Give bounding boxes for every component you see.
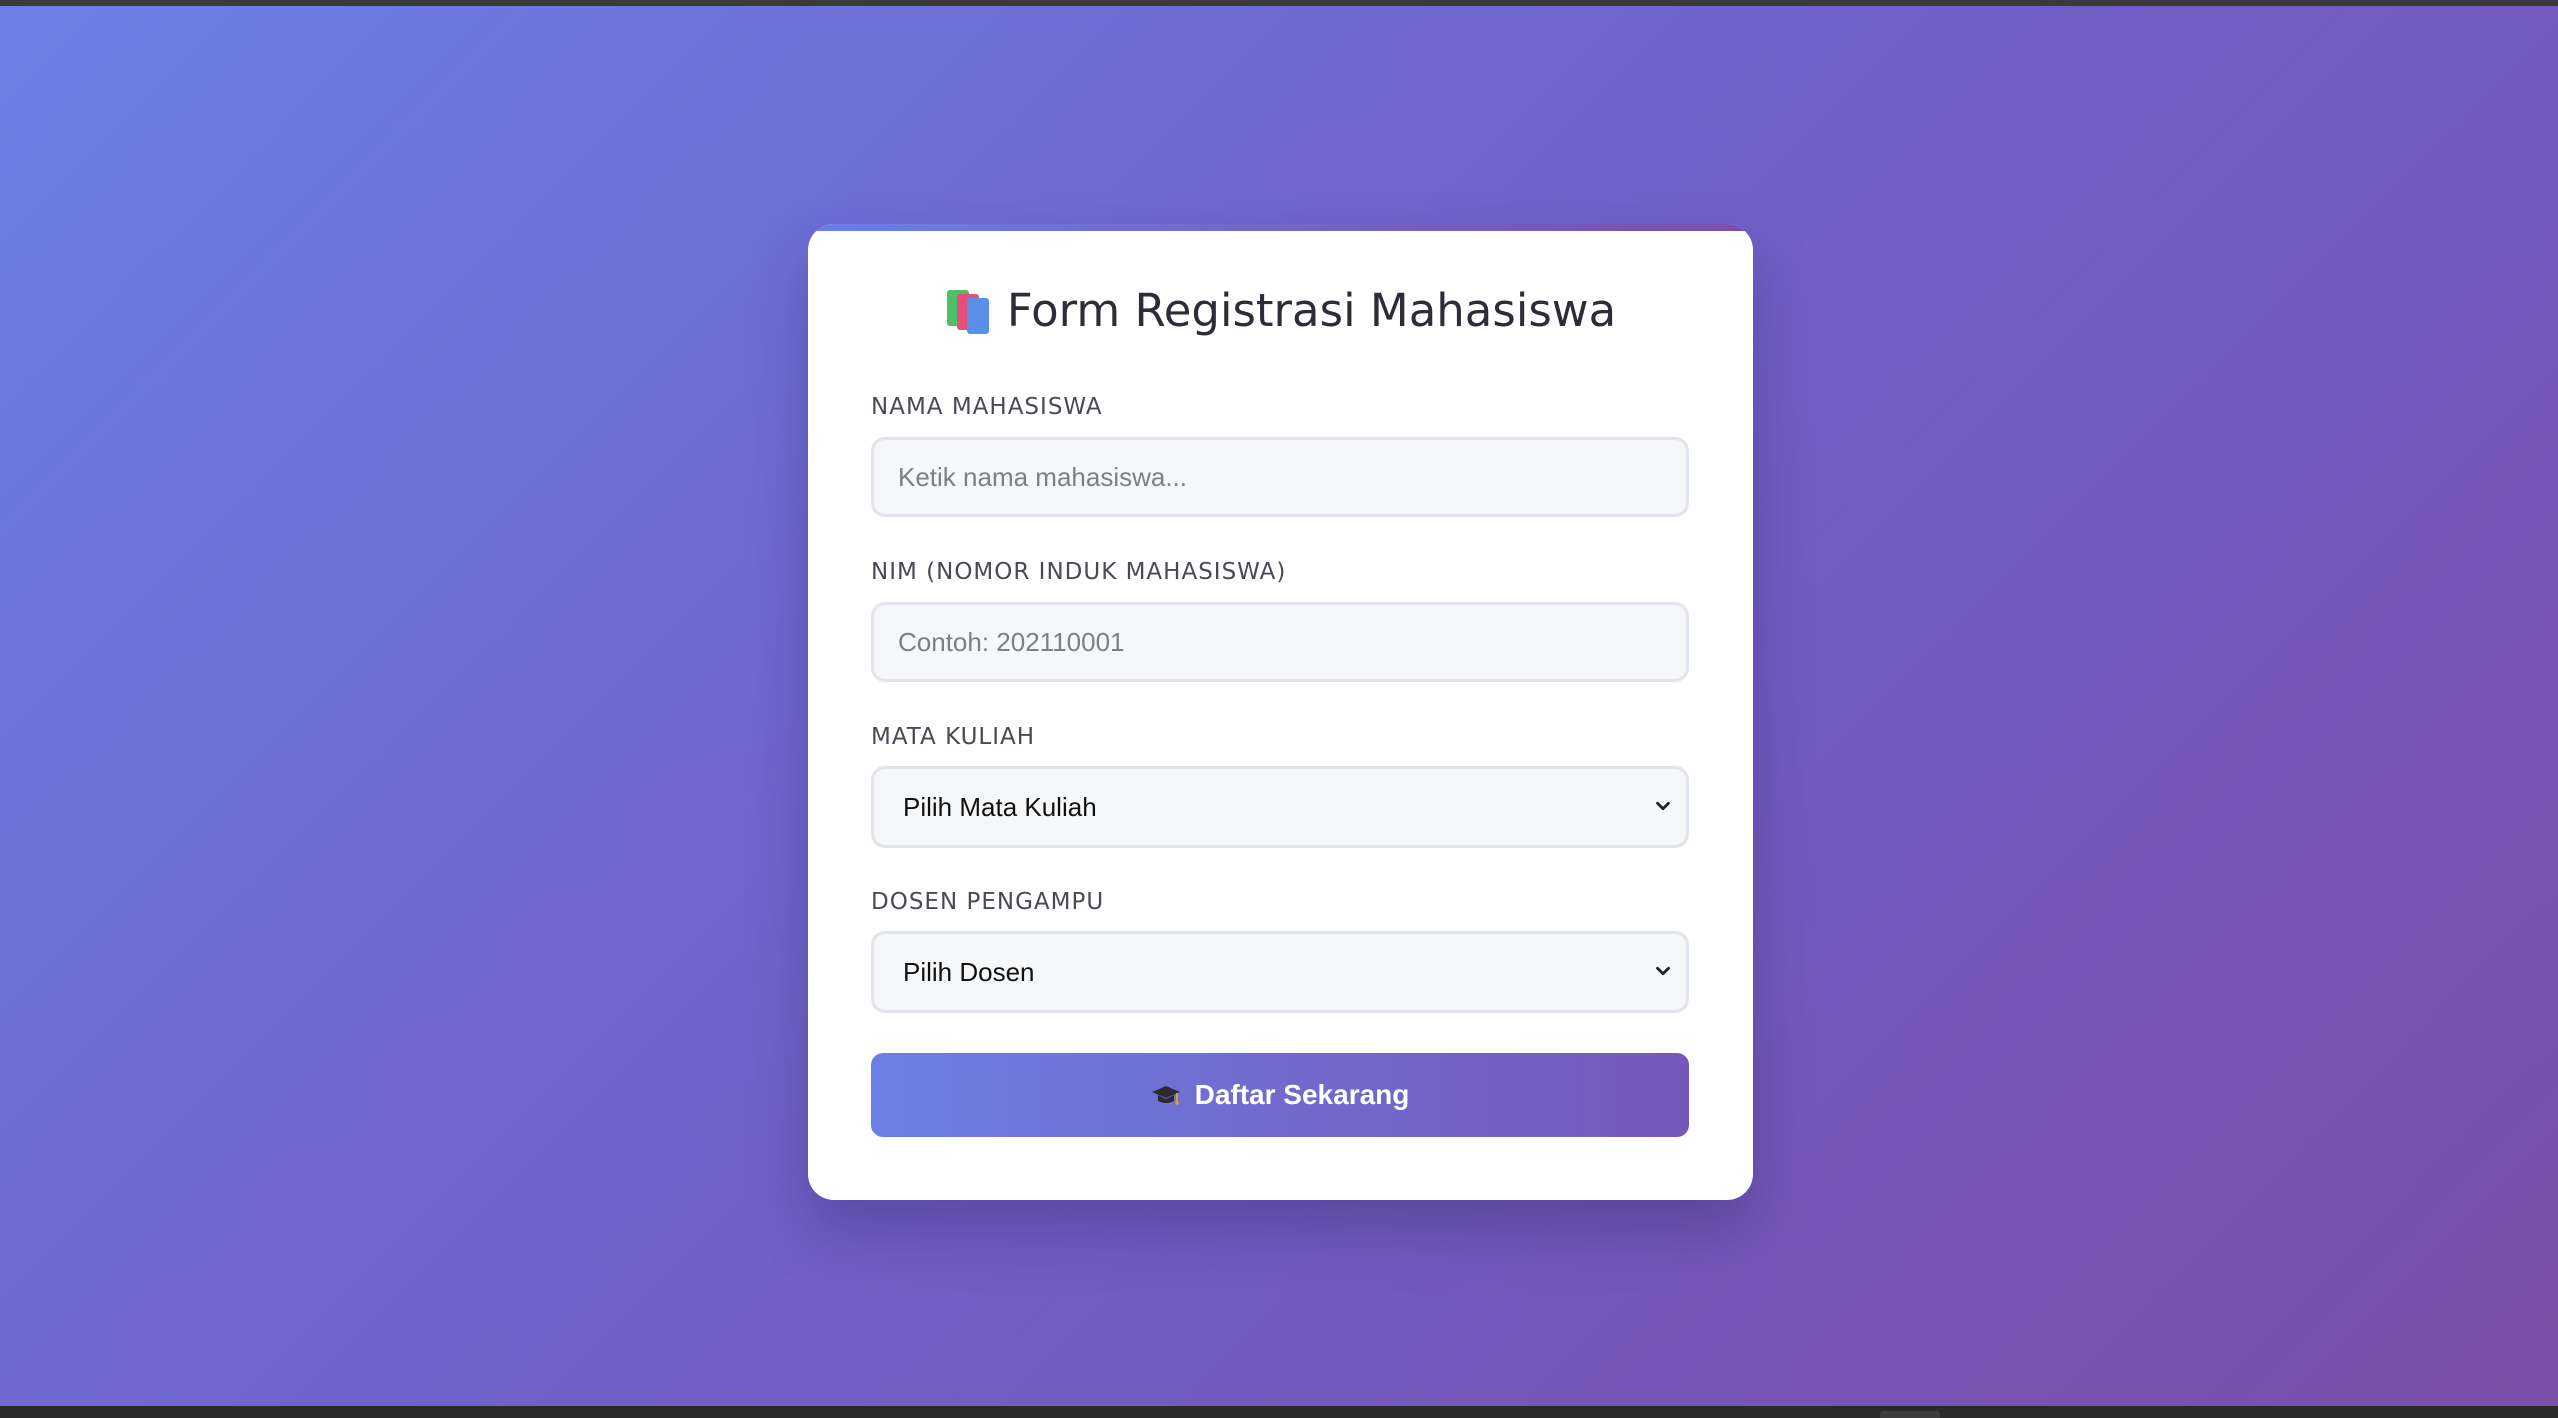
registration-card: Form Registrasi Mahasiswa Nama Mahasiswa… [808, 224, 1753, 1200]
taskbar-tab [1880, 1411, 1940, 1418]
card-accent-bar [808, 224, 1753, 231]
mata-kuliah-select[interactable]: Pilih Mata Kuliah [871, 766, 1689, 848]
dosen-label: Dosen Pengampu [871, 889, 1105, 915]
chevron-down-icon [1656, 801, 1670, 811]
nim-label: NIM (Nomor Induk Mahasiswa) [871, 559, 1287, 585]
chevron-down-icon [1656, 966, 1670, 976]
mata-kuliah-selected: Pilih Mata Kuliah [903, 792, 1097, 822]
graduation-cap-icon [1151, 1086, 1180, 1105]
nama-label: Nama Mahasiswa [871, 394, 1103, 420]
page-title: Form Registrasi Mahasiswa [808, 284, 1753, 337]
mata-kuliah-label: Mata Kuliah [871, 724, 1036, 750]
nama-input[interactable] [871, 437, 1689, 517]
page-title-text: Form Registrasi Mahasiswa [1006, 284, 1617, 337]
submit-button[interactable]: Daftar Sekarang [871, 1053, 1689, 1137]
taskbar-edge [0, 1406, 2558, 1418]
page-background: Form Registrasi Mahasiswa Nama Mahasiswa… [0, 6, 2558, 1406]
submit-button-label: Daftar Sekarang [1194, 1079, 1410, 1110]
dosen-selected: Pilih Dosen [903, 957, 1035, 987]
nim-input[interactable] [871, 602, 1689, 682]
dosen-select[interactable]: Pilih Dosen [871, 931, 1689, 1013]
books-icon [945, 288, 989, 334]
